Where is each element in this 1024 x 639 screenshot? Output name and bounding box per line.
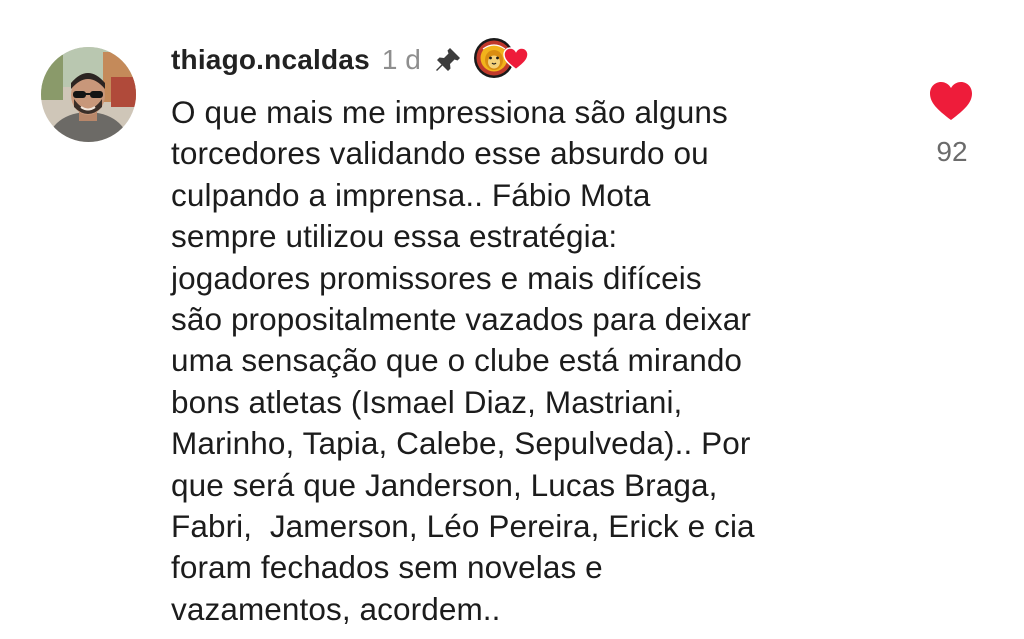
comment-text-line: que será que Janderson, Lucas Braga,: [171, 466, 718, 503]
username[interactable]: thiago.ncaldas: [171, 44, 370, 76]
comment-text-line: bons atletas (Ismael Diaz, Mastriani,: [171, 383, 683, 420]
comment-text-line: são propositalmente vazados para deixar: [171, 301, 751, 338]
avatar[interactable]: [41, 47, 136, 142]
comment-text-line: Marinho, Tapia, Calebe, Sepulveda).. Por: [171, 425, 751, 462]
heart-icon: [503, 47, 529, 71]
timestamp: 1 d: [381, 44, 421, 75]
comment-text-line: foram fechados sem novelas e: [171, 549, 603, 586]
comment-text-line: Fabri, Jamerson, Léo Pereira, Erick e ci…: [171, 508, 755, 545]
comment-text-line: torcedores validando esse absurdo ou: [171, 135, 709, 172]
comment-text: O que mais me impressiona são alguns tor…: [171, 92, 891, 630]
comment-text-line: culpando a imprensa.. Fábio Mota: [171, 176, 651, 213]
like-button[interactable]: [927, 80, 975, 127]
comment-text-line: sempre utilizou essa estratégia:: [171, 218, 618, 255]
team-badge[interactable]: [473, 37, 529, 83]
comment-text-line: jogadores promissores e mais difíceis: [171, 259, 702, 296]
like-count: 92: [936, 136, 968, 167]
comment: thiago.ncaldas 1 d O que mais me impress…: [0, 0, 1024, 639]
comment-header: thiago.ncaldas 1 d: [171, 38, 529, 82]
comment-text-line: uma sensação que o clube está mirando: [171, 342, 743, 379]
comment-text-line: O que mais me impressiona são alguns: [171, 94, 728, 130]
heart-icon: [930, 82, 972, 120]
avatar-photo: [41, 47, 136, 142]
comment-text-line: vazamentos, acordem..: [171, 590, 501, 627]
pin-icon: [433, 45, 463, 75]
